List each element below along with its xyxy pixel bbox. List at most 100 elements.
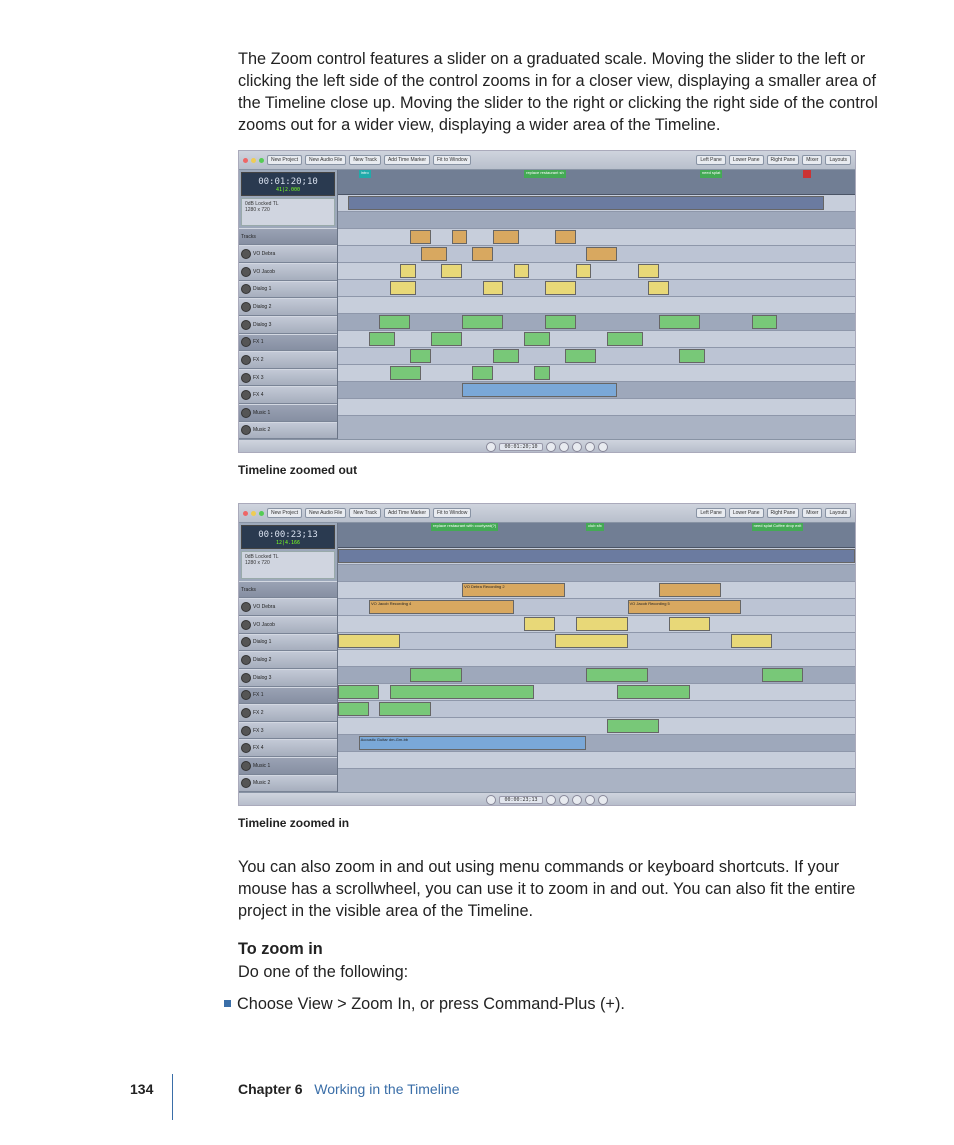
video-lane: [338, 548, 855, 565]
toolbar-new-track: New Track: [349, 508, 381, 518]
toolbar-lower-pane: Lower Pane: [729, 155, 764, 165]
track-header: FX 1: [239, 334, 337, 352]
audio-clip: VO Jacob Recording 5: [628, 600, 742, 614]
toolbar-fit-window: Fit to Window: [433, 155, 471, 165]
lane: [338, 365, 855, 382]
lane: [338, 752, 855, 769]
knob-icon: [241, 302, 251, 312]
lane: Acoustic Guitar dm-Gm-bb: [338, 735, 855, 752]
document-page: The Zoom control features a slider on a …: [0, 0, 954, 1145]
video-clip: [348, 196, 824, 210]
marker: Intro: [359, 170, 371, 178]
timeline-ruler: replace restaurant with courtyard(?) clu…: [338, 523, 855, 548]
track-header: Dialog 1: [239, 281, 337, 299]
knob-icon: [241, 425, 251, 435]
lane: [338, 650, 855, 667]
track-header: Music 2: [239, 775, 337, 793]
track-header: FX 2: [239, 704, 337, 722]
timecode-display: 00:01:20;10 41|2.000: [241, 172, 335, 196]
toolbar-lower-pane: Lower Pane: [729, 508, 764, 518]
knob-icon: [241, 637, 251, 647]
toolbar-layouts: Layouts: [825, 508, 851, 518]
play-icon: [546, 795, 556, 805]
task-intro: Do one of the following:: [238, 961, 888, 983]
knob-icon: [241, 708, 251, 718]
loop-icon: [585, 442, 595, 452]
marker: need splat Coffee drop exit: [752, 523, 804, 531]
timecode-value: 00:01:20;10: [244, 177, 332, 187]
knob-icon: [241, 373, 251, 383]
zoom-icon: [259, 511, 264, 516]
toolbar-right-pane: Right Pane: [767, 508, 800, 518]
knob-icon: [241, 284, 251, 294]
close-icon: [243, 158, 248, 163]
toolbar-fit-window: Fit to Window: [433, 508, 471, 518]
knob-icon: [241, 267, 251, 277]
transport-timecode: 00:00:23;13: [499, 796, 542, 804]
track-header: FX 4: [239, 386, 337, 404]
app-toolbar: New Project New Audio File New Track Add…: [239, 151, 855, 170]
track-header: VO Debra: [239, 598, 337, 616]
timeline-area: replace restaurant with courtyard(?) clu…: [338, 523, 855, 792]
record-icon: [572, 442, 582, 452]
forward-icon: [598, 795, 608, 805]
project-info: 0dB Locked TL 1280 x 720: [241, 198, 335, 225]
task-heading-zoom-in: To zoom in: [238, 940, 888, 959]
step-bullet: Choose View > Zoom In, or press Command-…: [224, 993, 888, 1015]
app-toolbar: New Project New Audio File New Track Add…: [239, 504, 855, 523]
toolbar-mixer: Mixer: [802, 508, 822, 518]
zoom-icon: [259, 158, 264, 163]
minimize-icon: [251, 511, 256, 516]
track-header: FX 4: [239, 739, 337, 757]
track-header: Dialog 3: [239, 316, 337, 334]
lane: [338, 633, 855, 650]
track-header: VO Jacob: [239, 263, 337, 281]
page-footer: 134 Chapter 6 Working in the Timeline: [0, 1081, 954, 1111]
minimize-icon: [251, 158, 256, 163]
toolbar-new-project: New Project: [267, 508, 302, 518]
lane: [338, 684, 855, 701]
toolbar-add-marker: Add Time Marker: [384, 508, 430, 518]
marker: replace restaurant with courtyard(?): [431, 523, 498, 531]
play-icon: [546, 442, 556, 452]
record-icon: [572, 795, 582, 805]
knob-icon: [241, 337, 251, 347]
timecode-value: 00:00:23;13: [244, 530, 332, 540]
chapter-title: Working in the Timeline: [314, 1081, 459, 1097]
lane: VO Jacob Recording 4 VO Jacob Recording …: [338, 599, 855, 616]
track-header: Music 2: [239, 422, 337, 440]
knob-icon: [241, 355, 251, 365]
lane: [338, 331, 855, 348]
timecode-sub: 41|2.000: [244, 187, 332, 193]
knob-icon: [241, 726, 251, 736]
timeline-area: Intro replace restaurant sh need splat: [338, 170, 855, 439]
lane: [338, 297, 855, 314]
timecode-display: 00:00:23;13 12|4.166: [241, 525, 335, 549]
lane: [338, 246, 855, 263]
page-number: 134: [130, 1081, 153, 1097]
knob-icon: [241, 408, 251, 418]
audio-clip: VO Debra Recording 2: [462, 583, 565, 597]
chapter-number: Chapter 6: [238, 1081, 303, 1097]
marker: need splat: [700, 170, 722, 178]
toolbar-new-audio: New Audio File: [305, 155, 346, 165]
stop-icon: [559, 442, 569, 452]
track-header: VO Jacob: [239, 616, 337, 634]
lane: [338, 263, 855, 280]
lane: VO Debra Recording 2: [338, 582, 855, 599]
knob-icon: [241, 761, 251, 771]
lane: [338, 701, 855, 718]
stop-icon: [559, 795, 569, 805]
lane: [338, 667, 855, 684]
audio-clip: [659, 583, 721, 597]
track-header: Dialog 2: [239, 651, 337, 669]
lane: [338, 314, 855, 331]
video-clip: [338, 549, 855, 563]
transport-bar: 00:01:20;10: [239, 439, 855, 453]
lane: [338, 229, 855, 246]
music-clip: Acoustic Guitar dm-Gm-bb: [359, 736, 586, 750]
knob-icon: [241, 655, 251, 665]
tracks-header: Tracks: [239, 581, 337, 599]
track-header: FX 3: [239, 369, 337, 387]
marker: club sfx: [586, 523, 604, 531]
